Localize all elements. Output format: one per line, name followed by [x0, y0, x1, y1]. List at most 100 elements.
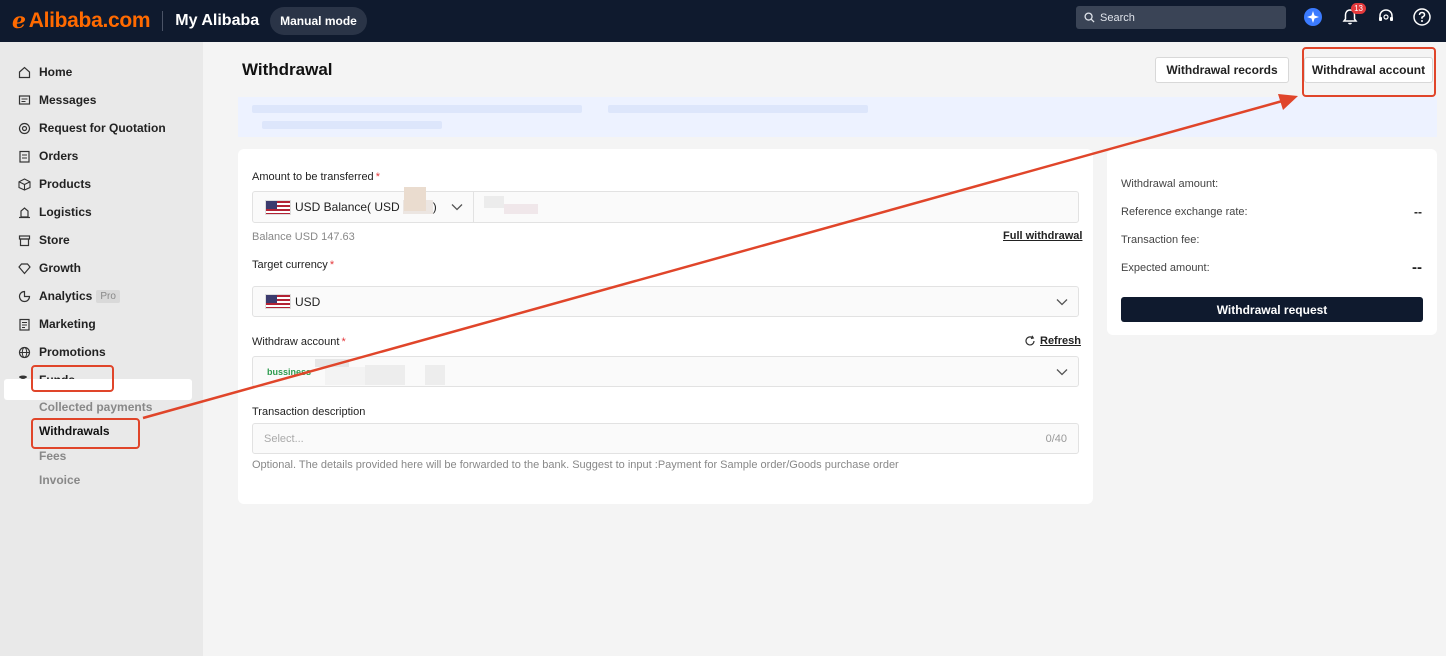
withdrawal-records-button[interactable]: Withdrawal records: [1155, 57, 1289, 83]
sidebar-item-label: Analytics: [39, 289, 93, 303]
withdraw-account-select[interactable]: bussiness: [252, 356, 1079, 387]
page-title: Withdrawal: [242, 60, 333, 79]
us-flag-icon: [265, 294, 291, 309]
redacted-banner-text: [262, 121, 442, 129]
expected-amount-value: --: [1412, 259, 1422, 276]
pro-badge: Pro: [96, 289, 120, 303]
diamond-icon: [18, 262, 31, 275]
withdraw-account-label: Withdraw account *: [252, 336, 346, 348]
clipboard-icon: [18, 150, 31, 163]
refresh-button[interactable]: Refresh: [1024, 335, 1081, 347]
messages-icon: [18, 94, 31, 107]
amount-field: USD Balance( USD ): [252, 191, 1079, 223]
header-divider: [162, 11, 164, 31]
sidebar-subitem-fees[interactable]: Fees: [39, 449, 66, 463]
chevron-down-icon: [451, 200, 463, 214]
full-withdrawal-link[interactable]: Full withdrawal: [1003, 230, 1082, 242]
redacted-account: [315, 359, 349, 367]
sidebar-item-label: Marketing: [39, 317, 96, 331]
search-icon: [1084, 12, 1095, 23]
required-asterisk: *: [341, 336, 346, 348]
refresh-icon: [1025, 335, 1035, 346]
top-navigation-bar: ℯ Alibaba.com My Alibaba Manual mode Sea…: [0, 0, 1446, 42]
sidebar-item-promotions[interactable]: Promotions: [18, 342, 106, 362]
truck-icon: [18, 206, 31, 219]
search-placeholder: Search: [1100, 11, 1135, 24]
redacted-amount: [484, 196, 504, 208]
redacted-banner-text: [252, 105, 582, 113]
required-asterisk: *: [375, 171, 380, 183]
sidebar-item-label: Request for Quotation: [39, 121, 166, 135]
sidebar-item-label: Messages: [39, 93, 97, 107]
sidebar-item-messages[interactable]: Messages: [18, 90, 96, 110]
expected-amount-label: Expected amount:: [1121, 262, 1210, 274]
sidebar-item-marketing[interactable]: Marketing: [18, 314, 96, 334]
logo-text: Alibaba.com: [28, 9, 151, 32]
home-icon: [18, 66, 31, 79]
required-asterisk: *: [329, 259, 335, 271]
sidebar-item-label: Logistics: [39, 205, 92, 219]
sidebar-item-label: Growth: [39, 261, 81, 275]
annotation-box-withdrawal-account: [1302, 47, 1436, 97]
chart-icon: [18, 290, 31, 303]
sidebar-item-home[interactable]: Home: [18, 62, 72, 82]
notification-bell-icon[interactable]: 13: [1340, 3, 1366, 27]
target-currency-value: USD: [295, 294, 321, 309]
store-icon: [18, 234, 31, 247]
globe-icon: [18, 346, 31, 359]
us-flag-icon: [265, 199, 291, 215]
box-icon: [18, 177, 31, 191]
chevron-down-icon: [1056, 295, 1068, 309]
account-type-tag: bussiness: [267, 366, 312, 377]
sidebar-item-label: Orders: [39, 149, 79, 163]
notification-count-badge: 13: [1351, 3, 1366, 14]
balance-source-select[interactable]: USD Balance( USD ): [253, 192, 474, 222]
transaction-description-label: Transaction description: [252, 406, 366, 418]
exchange-rate-value: --: [1414, 205, 1422, 219]
ai-assistant-icon[interactable]: [1303, 7, 1323, 27]
balance-source-suffix: ): [432, 200, 437, 214]
amount-label-text: Amount to be transferred: [252, 171, 374, 183]
page-heading-my-alibaba[interactable]: My Alibaba: [175, 12, 259, 30]
redacted-amount: [504, 204, 538, 214]
withdrawal-amount-label: Withdrawal amount:: [1121, 178, 1219, 190]
redacted-account: [425, 365, 445, 385]
sidebar-item-label: Products: [39, 177, 92, 191]
refresh-label: Refresh: [1040, 335, 1081, 347]
notice-banner: [238, 97, 1437, 137]
sidebar-subitem-invoice[interactable]: Invoice: [39, 473, 80, 487]
help-question-icon[interactable]: [1412, 7, 1432, 27]
annotation-box-funds: [31, 365, 114, 392]
amount-input[interactable]: [474, 192, 1078, 222]
sidebar-item-label: Promotions: [39, 345, 106, 359]
withdraw-account-label-text: Withdraw account: [252, 336, 340, 348]
search-input[interactable]: Search: [1076, 6, 1286, 29]
balance-text: Balance USD 147.63: [252, 231, 355, 243]
description-placeholder: Select...: [264, 432, 304, 445]
sidebar-item-request-for-quotation[interactable]: Request for Quotation: [18, 118, 166, 138]
sidebar-item-label: Home: [39, 65, 73, 79]
document-icon: [18, 318, 31, 331]
transaction-description-input[interactable]: Select... 0/40: [252, 423, 1079, 454]
sidebar-item-growth[interactable]: Growth: [18, 258, 81, 278]
annotation-box-withdrawals: [31, 418, 140, 449]
target-icon: [18, 122, 31, 135]
balance-source-value: USD Balance( USD: [295, 200, 400, 214]
customer-service-headset-icon[interactable]: [1376, 7, 1396, 27]
description-char-count: 0/40: [1045, 432, 1067, 445]
chevron-down-icon: [1056, 365, 1068, 379]
sidebar-item-orders[interactable]: Orders: [18, 146, 78, 166]
exchange-rate-label: Reference exchange rate:: [1121, 206, 1248, 218]
sidebar-subitem-collected-payments[interactable]: Collected payments: [39, 400, 152, 414]
sidebar-item-logistics[interactable]: Logistics: [18, 202, 92, 222]
sidebar-item-label: Store: [39, 233, 70, 247]
sidebar-item-analytics[interactable]: Analytics Pro: [18, 286, 120, 306]
sidebar-item-products[interactable]: Products: [18, 174, 91, 194]
withdrawal-request-button[interactable]: Withdrawal request: [1121, 297, 1423, 322]
target-currency-select[interactable]: USD: [252, 286, 1079, 317]
transaction-fee-label: Transaction fee:: [1121, 234, 1200, 246]
redacted-account: [365, 365, 405, 385]
manual-mode-toggle[interactable]: Manual mode: [270, 7, 367, 35]
alibaba-logo[interactable]: ℯ Alibaba.com: [12, 8, 151, 34]
sidebar-item-store[interactable]: Store: [18, 230, 70, 250]
